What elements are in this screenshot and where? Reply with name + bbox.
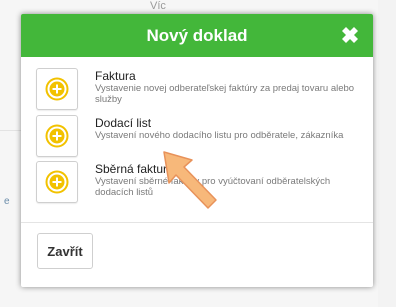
option-delivery-note[interactable]: Dodací list Vystavení nového dodacího li… <box>36 115 366 159</box>
dialog-body: Faktura Vystavenie novej odberateľskej f… <box>21 57 373 237</box>
dialog-close-button[interactable] <box>337 22 363 48</box>
option-delivery-note-title[interactable]: Dodací list <box>95 116 151 130</box>
close-button[interactable]: Zavřít <box>37 233 93 269</box>
plus-circle-icon <box>45 170 69 194</box>
option-delivery-note-description: Vystavení nového dodacího listu pro odbě… <box>95 130 344 141</box>
plus-circle-icon <box>45 77 69 101</box>
dialog-title: Nový doklad <box>146 26 248 45</box>
background-divider <box>0 130 22 131</box>
option-delivery-note-icon-button[interactable] <box>36 115 78 157</box>
option-collective-invoice[interactable]: Sběrná faktura Vystavení sběrné faktury … <box>36 161 366 205</box>
close-x-icon <box>342 27 358 43</box>
option-invoice-description: Vystavenie novej odberateľskej faktúry z… <box>95 83 355 105</box>
footer-divider <box>21 222 373 223</box>
background-more-link[interactable]: Víc <box>150 0 166 12</box>
background-text-fragment: e <box>4 196 10 207</box>
dialog-header: Nový doklad <box>21 14 373 57</box>
option-invoice[interactable]: Faktura Vystavenie novej odberateľskej f… <box>36 68 366 112</box>
option-collective-invoice-icon-button[interactable] <box>36 161 78 203</box>
plus-circle-icon <box>45 124 69 148</box>
option-collective-invoice-title[interactable]: Sběrná faktura <box>95 162 174 176</box>
option-invoice-title[interactable]: Faktura <box>95 69 136 83</box>
background-right-edge <box>378 0 396 307</box>
option-collective-invoice-description: Vystavení sběrné faktury pro vyúčtovaní … <box>95 176 331 198</box>
new-document-dialog: Nový doklad Faktura Vystavenie novej odb… <box>21 14 373 287</box>
option-invoice-icon-button[interactable] <box>36 68 78 110</box>
